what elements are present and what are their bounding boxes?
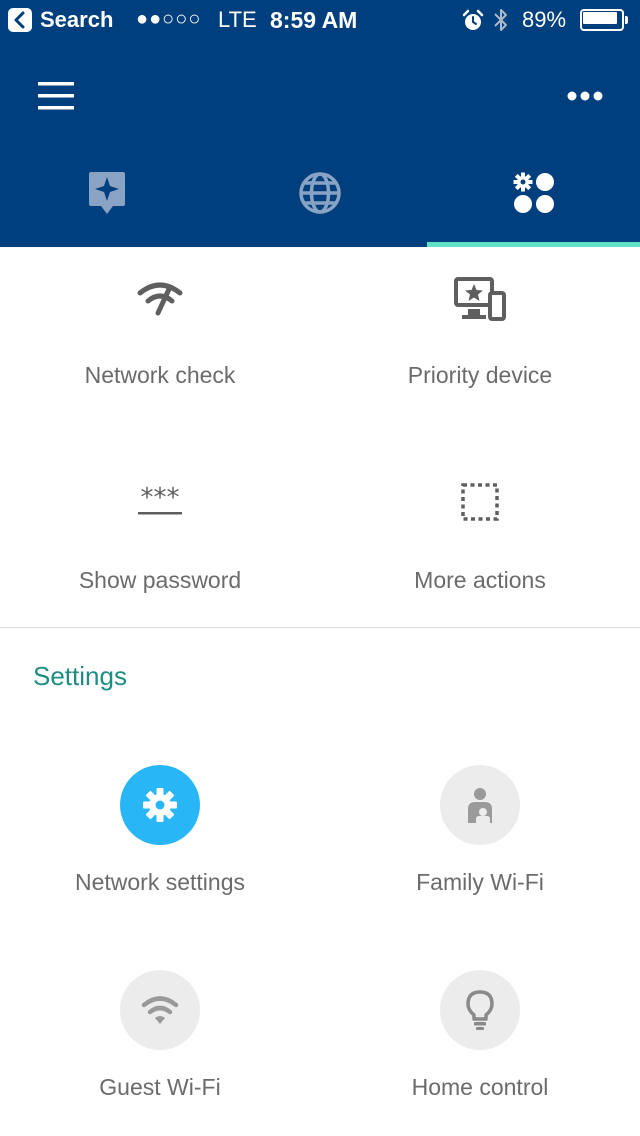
signal-strength: ●●○○○ — [136, 8, 202, 30]
network-check-button[interactable]: Network check — [0, 267, 320, 397]
family-icon — [440, 765, 520, 845]
carrier-label: LTE — [218, 7, 257, 32]
show-password-label: Show password — [78, 567, 242, 593]
guest-wifi-label: Guest Wi-Fi — [99, 1074, 221, 1100]
tab-starred-place[interactable] — [0, 150, 213, 247]
priority-device-icon — [320, 275, 640, 321]
family-wifi-label: Family Wi-Fi — [416, 869, 544, 895]
wifi-icon — [120, 970, 200, 1050]
guest-wifi-button[interactable]: Guest Wi-Fi — [0, 970, 320, 1105]
home-control-button[interactable]: Home control — [320, 970, 640, 1105]
status-bar: Search ●●○○○ LTE 8:59 AM 89% — [0, 0, 640, 40]
battery-level-fill — [583, 12, 617, 24]
network-check-label: Network check — [84, 362, 236, 388]
clock: 8:59 AM — [270, 7, 358, 33]
more-dots-icon[interactable] — [560, 80, 610, 112]
priority-device-label: Priority device — [407, 362, 553, 388]
network-check-icon — [0, 277, 320, 317]
network-settings-label: Network settings — [74, 869, 245, 895]
more-actions-icon — [320, 482, 640, 522]
back-to-search-link[interactable]: Search — [40, 7, 113, 33]
battery-icon — [580, 9, 630, 31]
bluetooth-icon — [492, 7, 510, 33]
lightbulb-icon — [440, 970, 520, 1050]
password-icon: *** — [0, 482, 320, 518]
back-arrow-icon[interactable] — [8, 8, 32, 32]
family-wifi-button[interactable]: Family Wi-Fi — [320, 765, 640, 900]
battery-percent: 89% — [522, 7, 567, 32]
globe-icon — [298, 171, 342, 220]
gear-icon — [120, 765, 200, 845]
guest-wifi-icon-wrap — [0, 970, 320, 1050]
main-content: Network check Priority device *** Show p… — [0, 247, 640, 1136]
more-actions-button[interactable]: More actions — [320, 472, 640, 602]
app-header: Search ●●○○○ LTE 8:59 AM 89% — [0, 0, 640, 247]
more-actions-label: More actions — [414, 567, 546, 593]
network-settings-button[interactable]: Network settings — [0, 765, 320, 900]
svg-text:***: *** — [141, 483, 180, 513]
tab-bar — [0, 150, 640, 247]
network-settings-icon-wrap — [0, 765, 320, 845]
alarm-icon — [462, 8, 484, 34]
hamburger-menu-icon[interactable] — [30, 78, 82, 114]
tab-settings[interactable] — [427, 150, 640, 247]
family-wifi-icon-wrap — [320, 765, 640, 845]
starred-place-icon — [87, 170, 127, 221]
settings-dots-icon — [513, 172, 555, 219]
tab-internet[interactable] — [213, 150, 426, 247]
section-divider — [0, 627, 640, 628]
show-password-button[interactable]: *** Show password — [0, 472, 320, 602]
home-control-icon-wrap — [320, 970, 640, 1050]
settings-heading: Settings — [33, 661, 127, 691]
home-control-label: Home control — [411, 1074, 549, 1100]
priority-device-button[interactable]: Priority device — [320, 267, 640, 397]
